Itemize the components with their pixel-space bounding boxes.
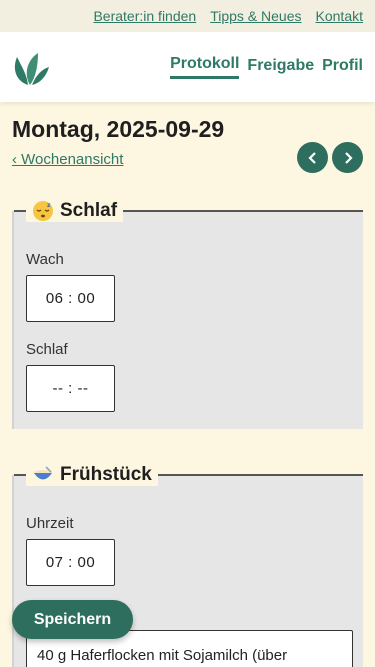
sleeping-face-icon: z [33, 201, 53, 221]
main-nav: Protokoll Freigabe Profil [0, 32, 375, 102]
nav-freigabe[interactable]: Freigabe [247, 57, 314, 78]
breakfast-time-label: Uhrzeit [26, 515, 74, 532]
nav-protokoll[interactable]: Protokoll [170, 55, 240, 79]
breakfast-legend: Frühstück [14, 461, 363, 489]
link-berater-finden[interactable]: Berater:in finden [93, 8, 196, 24]
sleep-title-text: Schlaf [60, 200, 118, 221]
svg-text:z: z [47, 202, 51, 209]
legend-line [123, 210, 363, 212]
previous-day-button[interactable] [297, 142, 328, 173]
nav-profil[interactable]: Profil [322, 57, 363, 78]
legend-line [14, 474, 26, 476]
breakfast-title-text: Frühstück [60, 464, 152, 485]
link-kontakt[interactable]: Kontakt [316, 8, 363, 24]
bowl-icon [34, 466, 52, 480]
sleep-title: z Schlaf [26, 200, 124, 222]
chevron-left-icon [307, 151, 316, 164]
link-tipps-neues[interactable]: Tipps & Neues [210, 8, 301, 24]
chevron-right-icon [344, 151, 353, 164]
leaf-logo-icon[interactable] [12, 47, 50, 87]
next-day-button[interactable] [332, 142, 363, 173]
breakfast-title: Frühstück [26, 464, 158, 486]
legend-line [14, 210, 26, 212]
day-header: Montag, 2025-09-29 ‹ Wochenansicht [0, 102, 375, 173]
nav-links: Protokoll Freigabe Profil [170, 55, 363, 79]
week-view-link[interactable]: ‹ Wochenansicht [12, 151, 123, 168]
page-title: Montag, 2025-09-29 [12, 116, 225, 142]
sleep-time-input[interactable]: -- : -- [26, 365, 115, 412]
sleep-legend: z Schlaf [14, 197, 363, 225]
day-navigation [297, 142, 363, 173]
breakfast-time-input[interactable]: 07 : 00 [26, 539, 115, 586]
utility-nav: Berater:in finden Tipps & Neues Kontakt [0, 0, 375, 32]
sleep-label: Schlaf [26, 341, 68, 358]
save-button[interactable]: Speichern [12, 600, 133, 639]
legend-line [157, 474, 363, 476]
wake-label: Wach [26, 251, 64, 268]
sleep-section: z Schlaf Wach 06 : 00 Schlaf -- : -- [12, 200, 363, 429]
wake-time-input[interactable]: 06 : 00 [26, 275, 115, 322]
